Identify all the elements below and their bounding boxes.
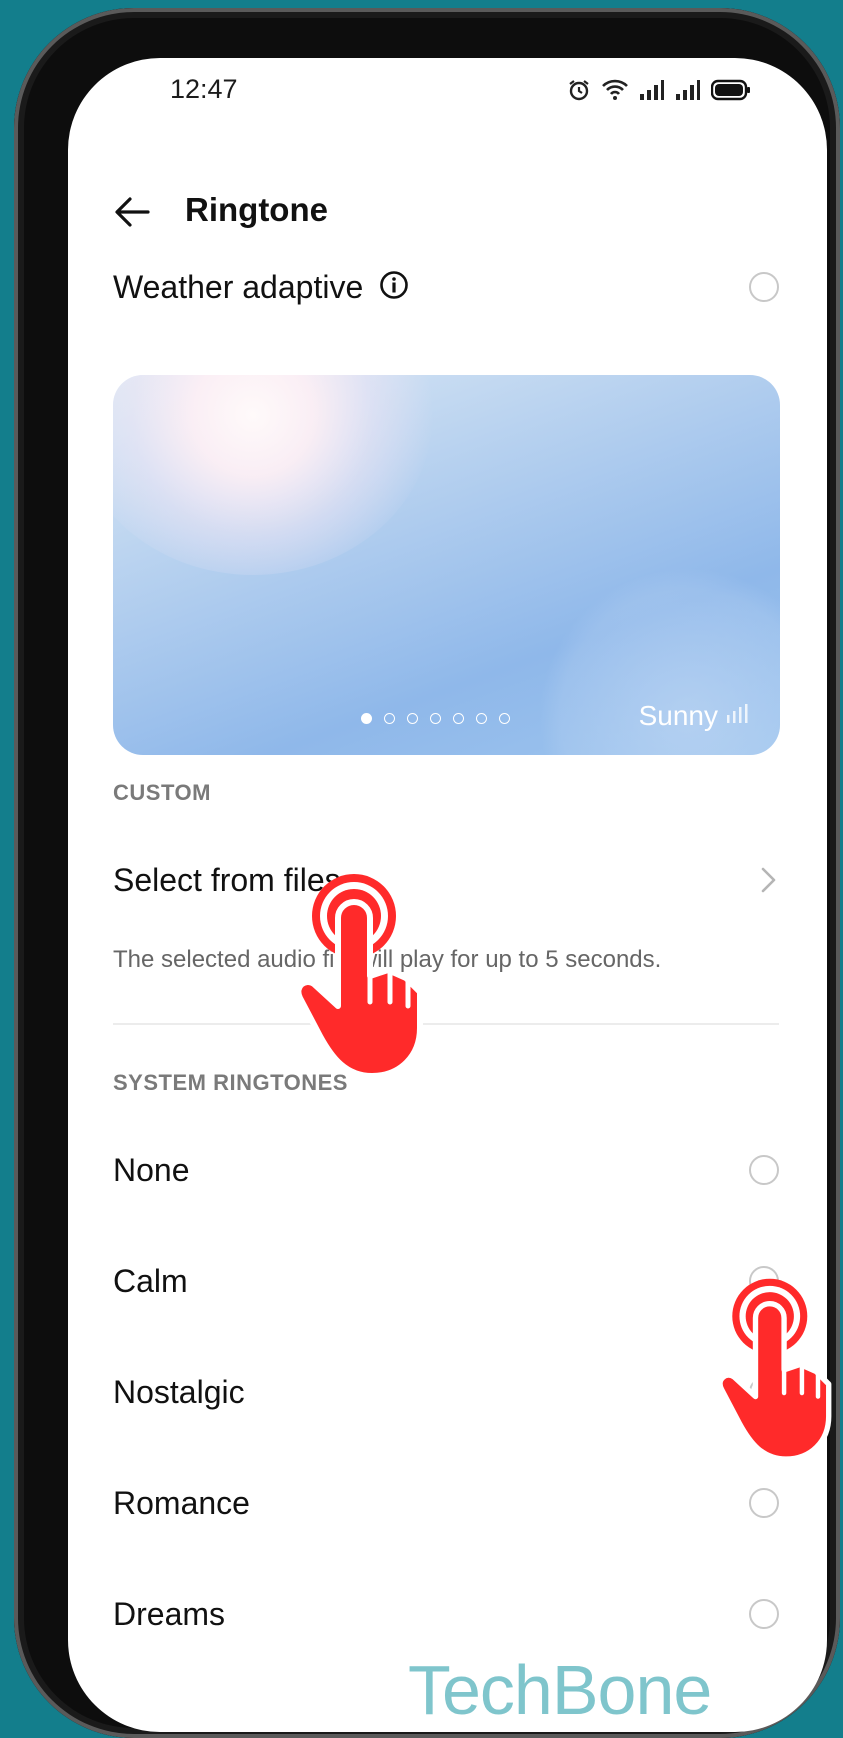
signal-icon-2 <box>675 78 701 107</box>
ringtone-radio[interactable] <box>749 1155 779 1185</box>
status-bar: 12:47 <box>68 58 827 148</box>
sound-level-icon <box>726 700 748 732</box>
pager-dot <box>407 713 418 724</box>
pager-dot <box>476 713 487 724</box>
ringtone-label: Dreams <box>113 1595 226 1632</box>
status-time: 12:47 <box>170 74 238 104</box>
pager-dot <box>384 713 395 724</box>
divider <box>113 1023 779 1025</box>
pager-dot <box>361 713 372 724</box>
custom-section-header: CUSTOM <box>113 780 211 805</box>
wifi-icon <box>601 78 629 107</box>
pager-dot <box>453 713 464 724</box>
watermark-logo: TechBone <box>408 1651 712 1729</box>
phone-screen: 12:47 Ringtone Weather adaptive Sunny CU… <box>68 58 827 1732</box>
ringtone-row-nostalgic[interactable]: Nostalgic <box>113 1367 779 1417</box>
ringtone-row-calm[interactable]: Calm <box>113 1256 779 1306</box>
ringtone-row-dreams[interactable]: Dreams <box>113 1589 779 1639</box>
ringtone-label: Nostalgic <box>113 1373 245 1410</box>
back-arrow-icon[interactable] <box>110 190 154 234</box>
weather-condition-label: Sunny <box>638 700 718 731</box>
ringtone-label: None <box>113 1151 190 1188</box>
ringtone-radio[interactable] <box>749 1599 779 1629</box>
info-icon[interactable] <box>379 270 409 305</box>
signal-icon <box>639 78 665 107</box>
pager-dot <box>430 713 441 724</box>
weather-condition: Sunny <box>639 700 748 732</box>
ringtone-row-romance[interactable]: Romance <box>113 1478 779 1528</box>
status-icons <box>567 78 751 107</box>
weather-adaptive-row[interactable]: Weather adaptive <box>113 262 779 312</box>
weather-adaptive-radio[interactable] <box>749 272 779 302</box>
weather-card[interactable]: Sunny <box>113 375 780 755</box>
weather-adaptive-label: Weather adaptive <box>113 268 364 305</box>
battery-icon <box>710 78 751 107</box>
ringtone-row-none[interactable]: None <box>113 1145 779 1195</box>
pager-dot <box>499 713 510 724</box>
tap-hand-icon <box>717 1262 843 1479</box>
sun-glow <box>113 375 433 575</box>
chevron-right-icon <box>759 866 779 894</box>
select-from-files-row[interactable]: Select from files <box>113 855 779 905</box>
tap-hand-icon <box>295 868 436 1085</box>
ringtone-label: Romance <box>113 1484 250 1521</box>
page-title: Ringtone <box>185 191 328 228</box>
ringtone-label: Calm <box>113 1262 188 1299</box>
app-bar: Ringtone <box>68 176 827 248</box>
alarm-icon <box>567 78 591 107</box>
pager-dots <box>361 713 510 724</box>
ringtone-radio[interactable] <box>749 1488 779 1518</box>
